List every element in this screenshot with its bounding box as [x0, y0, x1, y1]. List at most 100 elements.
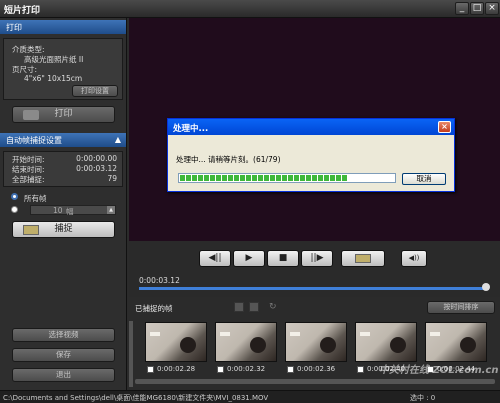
- progress-segment: [312, 175, 317, 181]
- lamp-shape: [290, 332, 300, 336]
- frame-label: 0:00:02.28: [147, 365, 195, 373]
- progress-segment: [252, 175, 257, 181]
- scroll-left-arrow[interactable]: [129, 321, 133, 387]
- player-controls: ◀|| ▶ ■ ||▶ ◀)) 0:00:03.12: [129, 241, 500, 297]
- maximize-button[interactable]: □: [470, 2, 484, 15]
- progress-segment: [300, 175, 305, 181]
- timeline-handle[interactable]: [482, 283, 490, 291]
- dialog-close-button[interactable]: ×: [438, 121, 451, 133]
- left-panel: 打印 介质类型: 高级光面照片纸 II 页尺寸: 4"x6" 10x15cm 打…: [0, 18, 127, 390]
- stop-button[interactable]: ■: [267, 250, 299, 267]
- frame-checkbox[interactable]: [217, 365, 224, 373]
- thumbnail-scrollbar[interactable]: [135, 379, 495, 384]
- progress-fill: [180, 175, 394, 181]
- captured-frames-title: 已捕捉的帧: [135, 304, 173, 313]
- dialog-title: 处理中...: [173, 124, 209, 134]
- total-capture-value: 79: [107, 174, 117, 183]
- capture-section-header[interactable]: 自动帧捕捉设置 ▲: [0, 133, 126, 147]
- frame-thumbnail[interactable]: [145, 322, 207, 362]
- end-time-value: 0:00:03.12: [76, 164, 117, 173]
- progress-segment: [228, 175, 233, 181]
- print-button[interactable]: 打印: [12, 106, 115, 123]
- cancel-button[interactable]: 取消: [402, 173, 446, 185]
- figure-shape: [460, 337, 476, 353]
- progress-segment: [258, 175, 263, 181]
- frame-label: 0:00:02.32: [217, 365, 265, 373]
- progress-segment: [282, 175, 287, 181]
- captured-frames-panel: 已捕捉的帧 ↻ 按时间排序 0:00:02.28 0:00:02.32 0:00…: [129, 299, 500, 390]
- figure-shape: [390, 337, 406, 353]
- list-view-icon[interactable]: [249, 302, 259, 312]
- frame-checkbox[interactable]: [147, 365, 154, 373]
- selected-count: 选中 : 0: [410, 394, 436, 402]
- save-button[interactable]: 保存: [12, 348, 115, 362]
- frame-checkbox[interactable]: [287, 365, 294, 373]
- progress-segment: [222, 175, 227, 181]
- frame-checkbox[interactable]: [357, 365, 364, 373]
- frame-time: 0:00:02.28: [157, 365, 196, 373]
- progress-segment: [246, 175, 251, 181]
- progress-segment: [330, 175, 335, 181]
- progress-segment: [204, 175, 209, 181]
- minimize-button[interactable]: _: [455, 2, 469, 15]
- capture-section-title: 自动帧捕捉设置: [6, 136, 62, 145]
- exit-button[interactable]: 退出: [12, 368, 115, 382]
- time-display: 0:00:03.12: [139, 276, 180, 285]
- snapshot-button[interactable]: [341, 250, 385, 267]
- sort-by-time-button[interactable]: 按时间排序: [427, 301, 495, 314]
- processing-dialog: 处理中... × 处理中... 请稍等片刻。(61/79) 取消: [167, 118, 455, 192]
- progress-bar: [178, 173, 396, 183]
- dialog-message: 处理中... 请稍等片刻。(61/79): [176, 155, 281, 164]
- lamp-shape: [430, 332, 440, 336]
- watermark-logo: 中关村在线 ZOL.com.cn: [379, 365, 499, 376]
- figure-shape: [320, 337, 336, 353]
- print-button-label: 打印: [54, 109, 73, 119]
- volume-button[interactable]: ◀)): [401, 250, 427, 267]
- rotate-icon[interactable]: ↻: [269, 302, 279, 312]
- frame-count-stepper[interactable]: 10 幅 ▲: [30, 205, 116, 216]
- print-section-header: 打印: [0, 20, 126, 34]
- printer-icon: [23, 110, 39, 120]
- close-button[interactable]: ×: [485, 2, 499, 15]
- progress-segment: [342, 175, 347, 181]
- title-bar: 短片打印 _ □ ×: [0, 0, 500, 18]
- camera-icon: [355, 254, 371, 263]
- window-title: 短片打印: [4, 6, 41, 16]
- frame-count-value: 10: [53, 206, 63, 215]
- all-frames-radio[interactable]: [11, 193, 18, 200]
- print-settings-button[interactable]: 打印设置: [72, 85, 118, 97]
- frame-label: 0:00:02.36: [287, 365, 335, 373]
- collapse-arrow-icon[interactable]: ▲: [115, 135, 121, 144]
- progress-segment: [294, 175, 299, 181]
- progress-segment: [288, 175, 293, 181]
- timeline-track[interactable]: [139, 287, 489, 290]
- total-capture-label: 全部捕捉:: [12, 175, 45, 184]
- capture-button[interactable]: 捕捉: [12, 221, 115, 238]
- frame-time: 0:00:02.36: [297, 365, 336, 373]
- progress-segment: [210, 175, 215, 181]
- progress-segment: [234, 175, 239, 181]
- prev-frame-button[interactable]: ◀||: [199, 250, 231, 267]
- next-frame-button[interactable]: ||▶: [301, 250, 333, 267]
- frame-thumbnail[interactable]: [355, 322, 417, 362]
- progress-segment: [216, 175, 221, 181]
- grid-view-icon[interactable]: [234, 302, 244, 312]
- frame-count-radio[interactable]: [11, 206, 18, 213]
- figure-shape: [250, 337, 266, 353]
- frame-thumbnail[interactable]: [215, 322, 277, 362]
- capture-button-label: 捕捉: [54, 224, 73, 234]
- print-info-box: 介质类型: 高级光面照片纸 II 页尺寸: 4"x6" 10x15cm 打印设置: [3, 38, 123, 100]
- frame-unit-label: 幅: [66, 207, 74, 216]
- play-button[interactable]: ▶: [233, 250, 265, 267]
- status-bar: C:\Documents and Settings\dell\桌面\佳能MG61…: [0, 390, 500, 403]
- stepper-arrow-icon[interactable]: ▲: [107, 206, 115, 214]
- progress-segment: [192, 175, 197, 181]
- frame-thumbnail[interactable]: [285, 322, 347, 362]
- frame-thumbnail[interactable]: [425, 322, 487, 362]
- print-section-title: 打印: [6, 23, 22, 32]
- progress-segment: [180, 175, 185, 181]
- select-video-button[interactable]: 选择视频: [12, 328, 115, 342]
- all-frames-label: 所有帧: [24, 194, 47, 203]
- start-time-value: 0:00:00.00: [76, 154, 117, 163]
- progress-segment: [336, 175, 341, 181]
